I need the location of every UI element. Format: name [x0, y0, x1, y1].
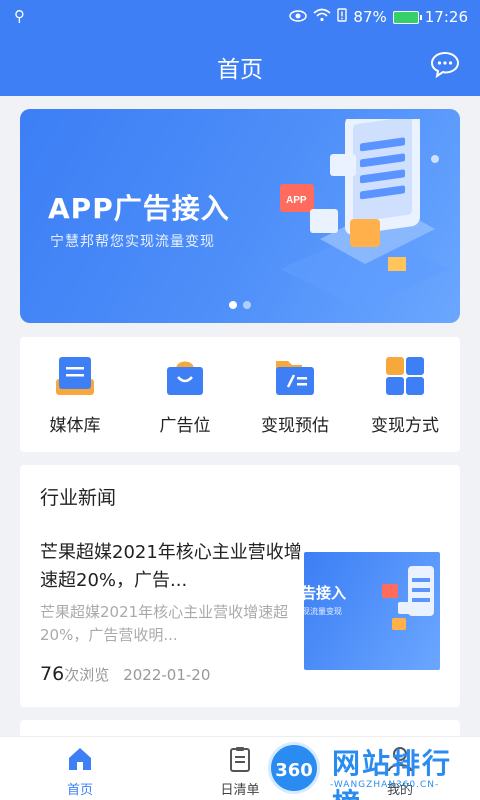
watermark-name: 网站排行榜 — [332, 747, 453, 800]
pagination-dot-active[interactable] — [229, 301, 237, 309]
menu-item-monetization-estimate[interactable]: 变现预估 — [240, 337, 350, 452]
news-title[interactable]: 芒果超媒2021年核心主业营收增速超20%，广告... — [40, 539, 302, 595]
news-date: 2022-01-20 — [123, 666, 211, 684]
news-thumbnail[interactable]: 广告接入 实现流量变现 — [304, 552, 440, 670]
wifi-icon — [313, 8, 331, 26]
watermark-badge: 360 — [268, 742, 320, 794]
page-title: 首页 — [217, 57, 263, 83]
status-time: 17:26 — [424, 8, 468, 26]
pagination-dot[interactable] — [243, 301, 251, 309]
promo-banner[interactable]: APP广告接入 宁慧邦帮您实现流量变现 APP — [20, 109, 460, 323]
menu-label: 广告位 — [159, 416, 211, 436]
ad-slot-icon — [167, 361, 203, 395]
eye-icon — [289, 8, 308, 26]
banner-title: APP广告接入 — [48, 192, 230, 225]
monetization-estimate-icon — [276, 361, 314, 395]
section-title: 行业新闻 — [40, 487, 117, 509]
status-bar: ⚲ 87% 17:26 — [0, 0, 480, 34]
watermark-url: -WANGZHAN360.CN- — [330, 780, 440, 790]
banner-subtitle: 宁慧邦帮您实现流量变现 — [50, 234, 215, 250]
tab-label: 首页 — [66, 783, 93, 798]
tab-label: 日清单 — [220, 783, 260, 798]
watermark-logo: 360 网站排行榜 -WANGZHAN360.CN- — [268, 738, 478, 800]
news-summary: 芒果超媒2021年核心主业营收增速超20%，广告营收明... — [40, 603, 289, 644]
media-library-icon — [56, 357, 94, 395]
thumbnail-title: 广告接入 — [304, 584, 347, 602]
menu-label: 变现方式 — [371, 416, 439, 436]
message-icon[interactable] — [430, 50, 460, 79]
tab-home[interactable]: 首页 — [0, 737, 160, 800]
industry-news-section: 行业新闻 芒果超媒2021年核心主业营收增速超20%，广告... 芒果超媒202… — [20, 465, 460, 707]
battery-percent: 87% — [353, 8, 387, 26]
svg-text:APP: APP — [286, 195, 307, 206]
monetization-methods-icon — [386, 357, 424, 395]
menu-item-monetization-methods[interactable]: 变现方式 — [350, 337, 460, 452]
usb-icon: ⚲ — [14, 7, 25, 25]
menu-label: 媒体库 — [49, 416, 101, 436]
view-count: 76 — [40, 663, 65, 685]
top-header: 首页 — [0, 34, 480, 96]
menu-item-ad-slot[interactable]: 广告位 — [130, 337, 240, 452]
view-count-suffix: 次浏览 — [64, 666, 110, 684]
battery-icon — [392, 10, 422, 24]
thumbnail-subtitle: 实现流量变现 — [304, 607, 342, 616]
news-meta: 76 次浏览 2022-01-20 — [40, 663, 210, 685]
sim-alert-icon — [337, 8, 348, 26]
banner-pagination — [20, 301, 460, 309]
phone-illustration-icon — [382, 566, 434, 630]
menu-label: 变现预估 — [261, 416, 329, 436]
quick-menu: 媒体库 广告位 变现预估 变现方式 — [20, 337, 460, 452]
menu-item-media-library[interactable]: 媒体库 — [20, 337, 130, 452]
phone-illustration-icon: APP — [280, 119, 450, 309]
home-icon — [69, 748, 91, 770]
daily-list-icon — [230, 747, 250, 772]
